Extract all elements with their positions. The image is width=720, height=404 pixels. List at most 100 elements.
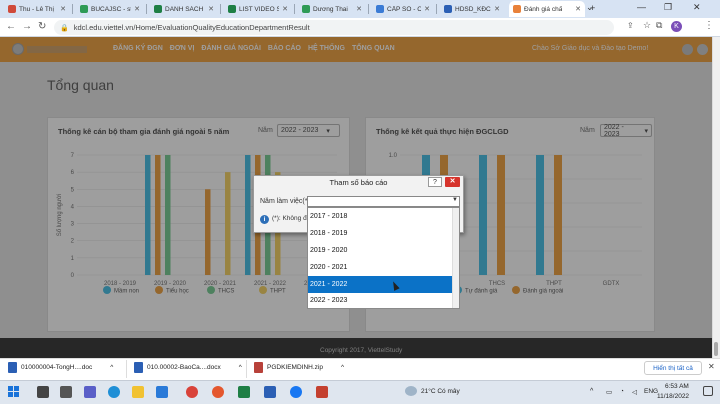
- dialog-close-button[interactable]: ✕: [445, 177, 460, 187]
- ccleaner-icon[interactable]: [186, 386, 198, 398]
- close-tab-icon[interactable]: ✕: [282, 5, 288, 13]
- task-view-icon[interactable]: [60, 386, 72, 398]
- app-icon[interactable]: [316, 386, 328, 398]
- favicon-icon: [154, 5, 162, 13]
- download-name: 010000004-TongH....doc: [21, 364, 93, 371]
- chevron-up-icon[interactable]: ^: [341, 364, 344, 371]
- browser-tab[interactable]: Dương Thai ✕: [298, 1, 366, 17]
- browser-tab[interactable]: BUCAJSC - st ✕: [76, 1, 144, 17]
- url-text: kdcl.edu.viettel.vn/Home/EvaluationQuali…: [73, 23, 310, 32]
- browser-tab[interactable]: HDSD_KĐCL ✕: [440, 1, 504, 17]
- browser-tab[interactable]: DANH SÁCH ✕: [150, 1, 218, 17]
- profile-avatar[interactable]: K: [671, 21, 682, 32]
- chrome-icon[interactable]: [212, 386, 224, 398]
- download-name: PGDKIEMDINH.zip: [267, 364, 323, 371]
- minimize-button[interactable]: —: [637, 2, 646, 12]
- chevron-down-icon[interactable]: ▼: [452, 197, 458, 203]
- download-item[interactable]: 010000004-TongH....doc ^: [8, 362, 113, 373]
- year-select[interactable]: [307, 196, 460, 207]
- notifications-icon[interactable]: [703, 386, 713, 396]
- browser-tab[interactable]: CẤP SỐ - Chi✕: [372, 1, 434, 17]
- tab-label: Thu - Lê Thị: [19, 5, 54, 13]
- network-icon[interactable]: ▭: [606, 388, 612, 396]
- chevron-up-icon[interactable]: ^: [110, 364, 113, 371]
- tab-separator: [294, 4, 295, 14]
- tab-separator: [368, 4, 369, 14]
- lock-icon: 🔒: [60, 24, 69, 32]
- tab-label: LIST VIDEO S: [239, 5, 280, 13]
- search-icon[interactable]: [37, 386, 49, 398]
- browser-menu-icon[interactable]: ⋮: [704, 20, 714, 31]
- reload-icon[interactable]: ↻: [38, 21, 46, 32]
- close-tab-icon[interactable]: ✕: [424, 5, 430, 13]
- weather-text[interactable]: 21°C Có mây: [421, 388, 460, 395]
- close-tab-icon[interactable]: ✕: [60, 5, 66, 13]
- scrollbar-thumb[interactable]: [714, 342, 718, 356]
- year-option-selected[interactable]: 2021 - 2022: [308, 276, 453, 293]
- forward-icon[interactable]: →: [22, 21, 32, 32]
- extensions-icon[interactable]: ⧉: [656, 20, 662, 31]
- volume-icon[interactable]: ◁: [632, 388, 637, 396]
- tab-label: BUCAJSC - st: [91, 5, 132, 13]
- url-field[interactable]: 🔒 kdcl.edu.viettel.vn/Home/EvaluationQua…: [54, 20, 614, 35]
- close-window-button[interactable]: ✕: [693, 2, 701, 13]
- favicon-icon: [302, 5, 310, 13]
- favicon-icon: [80, 5, 88, 13]
- download-name: 010.00002-BaoCa....docx: [147, 364, 221, 371]
- weather-icon: [405, 386, 417, 396]
- language-indicator[interactable]: ENG: [644, 388, 658, 395]
- dialog-help-button[interactable]: ?: [428, 177, 442, 187]
- clock-date[interactable]: 11/18/2022: [657, 393, 689, 400]
- edge-icon[interactable]: [108, 386, 120, 398]
- divider: [126, 360, 127, 378]
- year-option[interactable]: 2018 - 2019: [308, 225, 453, 242]
- zalo-icon[interactable]: [290, 386, 302, 398]
- close-tab-icon[interactable]: ✕: [134, 5, 140, 13]
- dropdown-scrollbar[interactable]: [452, 208, 459, 308]
- zip-file-icon: [254, 362, 263, 373]
- tab-separator: [220, 4, 221, 14]
- file-explorer-icon[interactable]: [132, 386, 144, 398]
- show-all-downloads-button[interactable]: Hiển thị tất cả: [644, 361, 702, 375]
- page-scrollbar[interactable]: [712, 37, 720, 358]
- download-item[interactable]: PGDKIEMDINH.zip ^: [254, 362, 344, 373]
- browser-tab[interactable]: Thu - Lê Thị ✕: [4, 1, 70, 17]
- favicon-icon: [8, 5, 16, 13]
- bookmark-star-icon[interactable]: ☆: [643, 20, 651, 31]
- year-option[interactable]: 2019 - 2020: [308, 242, 453, 259]
- year-option[interactable]: 2020 - 2021: [308, 259, 453, 276]
- word-icon[interactable]: [264, 386, 276, 398]
- required-note: (*): Không đ: [272, 215, 307, 222]
- store-icon[interactable]: [156, 386, 168, 398]
- close-downloads-icon[interactable]: ✕: [708, 362, 715, 371]
- close-tab-icon[interactable]: ✕: [208, 5, 214, 13]
- tab-label: DANH SÁCH: [165, 5, 204, 13]
- tab-label: HDSD_KĐCL: [455, 5, 492, 13]
- browser-tab-active[interactable]: Đánh giá chấ ✕: [509, 1, 585, 17]
- word-file-icon: [134, 362, 143, 373]
- chevron-up-icon[interactable]: ^: [239, 364, 242, 371]
- close-tab-icon[interactable]: ✕: [575, 5, 581, 13]
- excel-icon[interactable]: [238, 386, 250, 398]
- windows-start-icon[interactable]: [8, 386, 19, 397]
- favicon-icon: [376, 5, 384, 13]
- clock-time[interactable]: 6:53 AM: [665, 383, 689, 390]
- tray-overflow-icon[interactable]: ^: [590, 388, 593, 395]
- year-option[interactable]: 2022 - 2023: [308, 292, 453, 309]
- tab-label: Đánh giá chấ: [524, 5, 563, 13]
- widgets-icon[interactable]: [84, 386, 96, 398]
- close-tab-icon[interactable]: ✕: [494, 5, 500, 13]
- tab-search-icon[interactable]: ⌄: [586, 2, 594, 13]
- maximize-button[interactable]: ❐: [664, 2, 672, 13]
- wifi-icon[interactable]: ◔: [620, 388, 624, 395]
- year-option[interactable]: 2017 - 2018: [308, 208, 453, 225]
- browser-tab[interactable]: LIST VIDEO S ✕: [224, 1, 292, 17]
- share-icon[interactable]: ⇪: [627, 21, 634, 30]
- download-item[interactable]: 010.00002-BaoCa....docx ^: [134, 362, 242, 373]
- divider: [246, 360, 247, 378]
- back-icon[interactable]: ←: [6, 21, 16, 32]
- tab-label: CẤP SỐ - Chi: [387, 5, 422, 13]
- favicon-icon: [228, 5, 236, 13]
- close-tab-icon[interactable]: ✕: [356, 5, 362, 13]
- tab-separator: [436, 4, 437, 14]
